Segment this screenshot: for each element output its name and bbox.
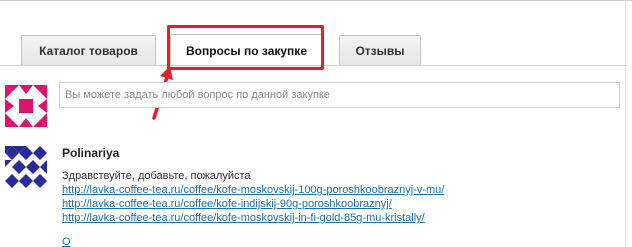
comment-link[interactable]: http://lavka-coffee-tea.ru/coffee/kofe-i… xyxy=(62,197,444,211)
comment-author[interactable]: Polinariya xyxy=(62,146,119,160)
comment-text: Здравствуйте, добавьте, пожалуйста xyxy=(62,170,251,182)
purchase-page: Каталог товаров Вопросы по закупке Отзыв… xyxy=(0,0,632,247)
comment-link[interactable]: http://lavka-coffee-tea.ru/coffee/kofe-m… xyxy=(62,183,444,197)
reply-link[interactable]: О xyxy=(62,236,71,247)
tab-questions[interactable]: Вопросы по закупке xyxy=(170,34,323,66)
comment-link[interactable]: http://lavka-coffee-tea.ru/coffee/kofe-m… xyxy=(62,211,444,225)
tab-reviews[interactable]: Отзывы xyxy=(339,35,421,65)
tabs-baseline xyxy=(0,65,626,66)
right-divider xyxy=(625,0,626,247)
comment-links: http://lavka-coffee-tea.ru/coffee/kofe-m… xyxy=(62,183,444,225)
top-divider xyxy=(0,0,632,1)
avatar-pattern-icon xyxy=(5,146,47,188)
tab-catalog[interactable]: Каталог товаров xyxy=(21,35,156,65)
avatar-pattern-icon xyxy=(5,85,47,127)
question-input[interactable] xyxy=(59,82,620,108)
